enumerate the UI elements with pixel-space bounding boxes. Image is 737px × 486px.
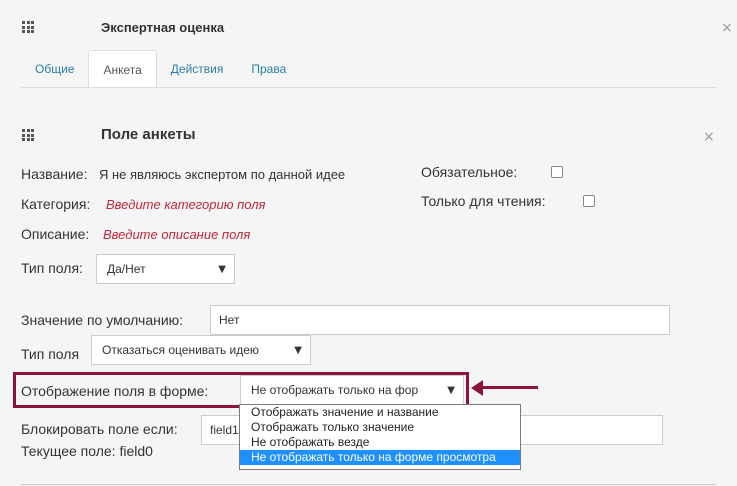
dropdown-arrow-icon: ▼ xyxy=(447,385,455,396)
category-placeholder[interactable]: Введите категорию поля xyxy=(106,197,266,212)
description-placeholder[interactable]: Введите описание поля xyxy=(103,227,250,242)
display-options-list: Отображать значение и название Отображат… xyxy=(239,404,521,470)
field-panel-title: Поле анкеты xyxy=(101,126,196,143)
default-value-label: Значение по умолчанию: xyxy=(21,312,184,328)
description-label: Описание: xyxy=(21,226,90,242)
type2-value: Отказаться оценивать идею xyxy=(102,343,259,357)
display-value: Не отображать только на фор xyxy=(251,383,419,397)
type2-label: Тип поля xyxy=(21,346,80,362)
readonly-label: Только для чтения: xyxy=(421,193,546,209)
display-label: Отображение поля в форме: xyxy=(21,383,209,399)
tab-questionnaire[interactable]: Анкета xyxy=(88,50,157,88)
name-label: Название: xyxy=(21,166,88,182)
dropdown-arrow-icon: ▼ xyxy=(294,345,302,356)
type2-select[interactable]: Отказаться оценивать идею ▼ xyxy=(91,335,311,365)
block-label: Блокировать поле если: xyxy=(21,421,178,437)
window-title: Экспертная оценка xyxy=(101,20,225,35)
tab-rights[interactable]: Права xyxy=(237,50,300,88)
field-type-label: Тип поля: xyxy=(21,260,83,276)
display-option[interactable]: Отображать только значение xyxy=(240,420,520,435)
tab-bar: Общие Анкета Действия Права xyxy=(21,50,300,88)
field-type-value: Да/Нет xyxy=(107,262,146,276)
dropdown-arrow-icon: ▼ xyxy=(218,264,226,275)
required-checkbox[interactable] xyxy=(551,166,563,178)
display-select[interactable]: Не отображать только на фор ▼ xyxy=(240,375,464,405)
arrow-left-icon xyxy=(471,380,483,396)
annotation-arrow xyxy=(480,386,538,389)
drag-handle-icon[interactable] xyxy=(22,129,34,141)
display-option[interactable]: Не отображать везде xyxy=(240,435,520,450)
category-label: Категория: xyxy=(21,196,91,212)
name-value[interactable]: Я не являюсь экспертом по данной идее xyxy=(99,167,345,182)
display-option[interactable]: Отображать значение и название xyxy=(240,405,520,420)
readonly-checkbox[interactable] xyxy=(583,195,595,207)
required-label: Обязательное: xyxy=(421,164,518,180)
bottom-divider xyxy=(21,484,716,485)
field-type-select[interactable]: Да/Нет ▼ xyxy=(96,254,235,284)
window-close-icon[interactable]: × xyxy=(721,21,733,35)
display-option-selected[interactable]: Не отображать только на форме просмотра xyxy=(240,450,520,465)
tab-actions[interactable]: Действия xyxy=(157,50,238,88)
field-panel-close-icon[interactable]: × xyxy=(703,130,715,144)
tab-general[interactable]: Общие xyxy=(21,50,88,88)
drag-handle-icon[interactable] xyxy=(22,21,34,33)
expert-review-window: Экспертная оценка × Общие Анкета Действи… xyxy=(0,0,737,486)
current-field-label: Текущее поле: field0 xyxy=(21,443,153,459)
default-value-input[interactable]: Нет xyxy=(210,305,670,335)
